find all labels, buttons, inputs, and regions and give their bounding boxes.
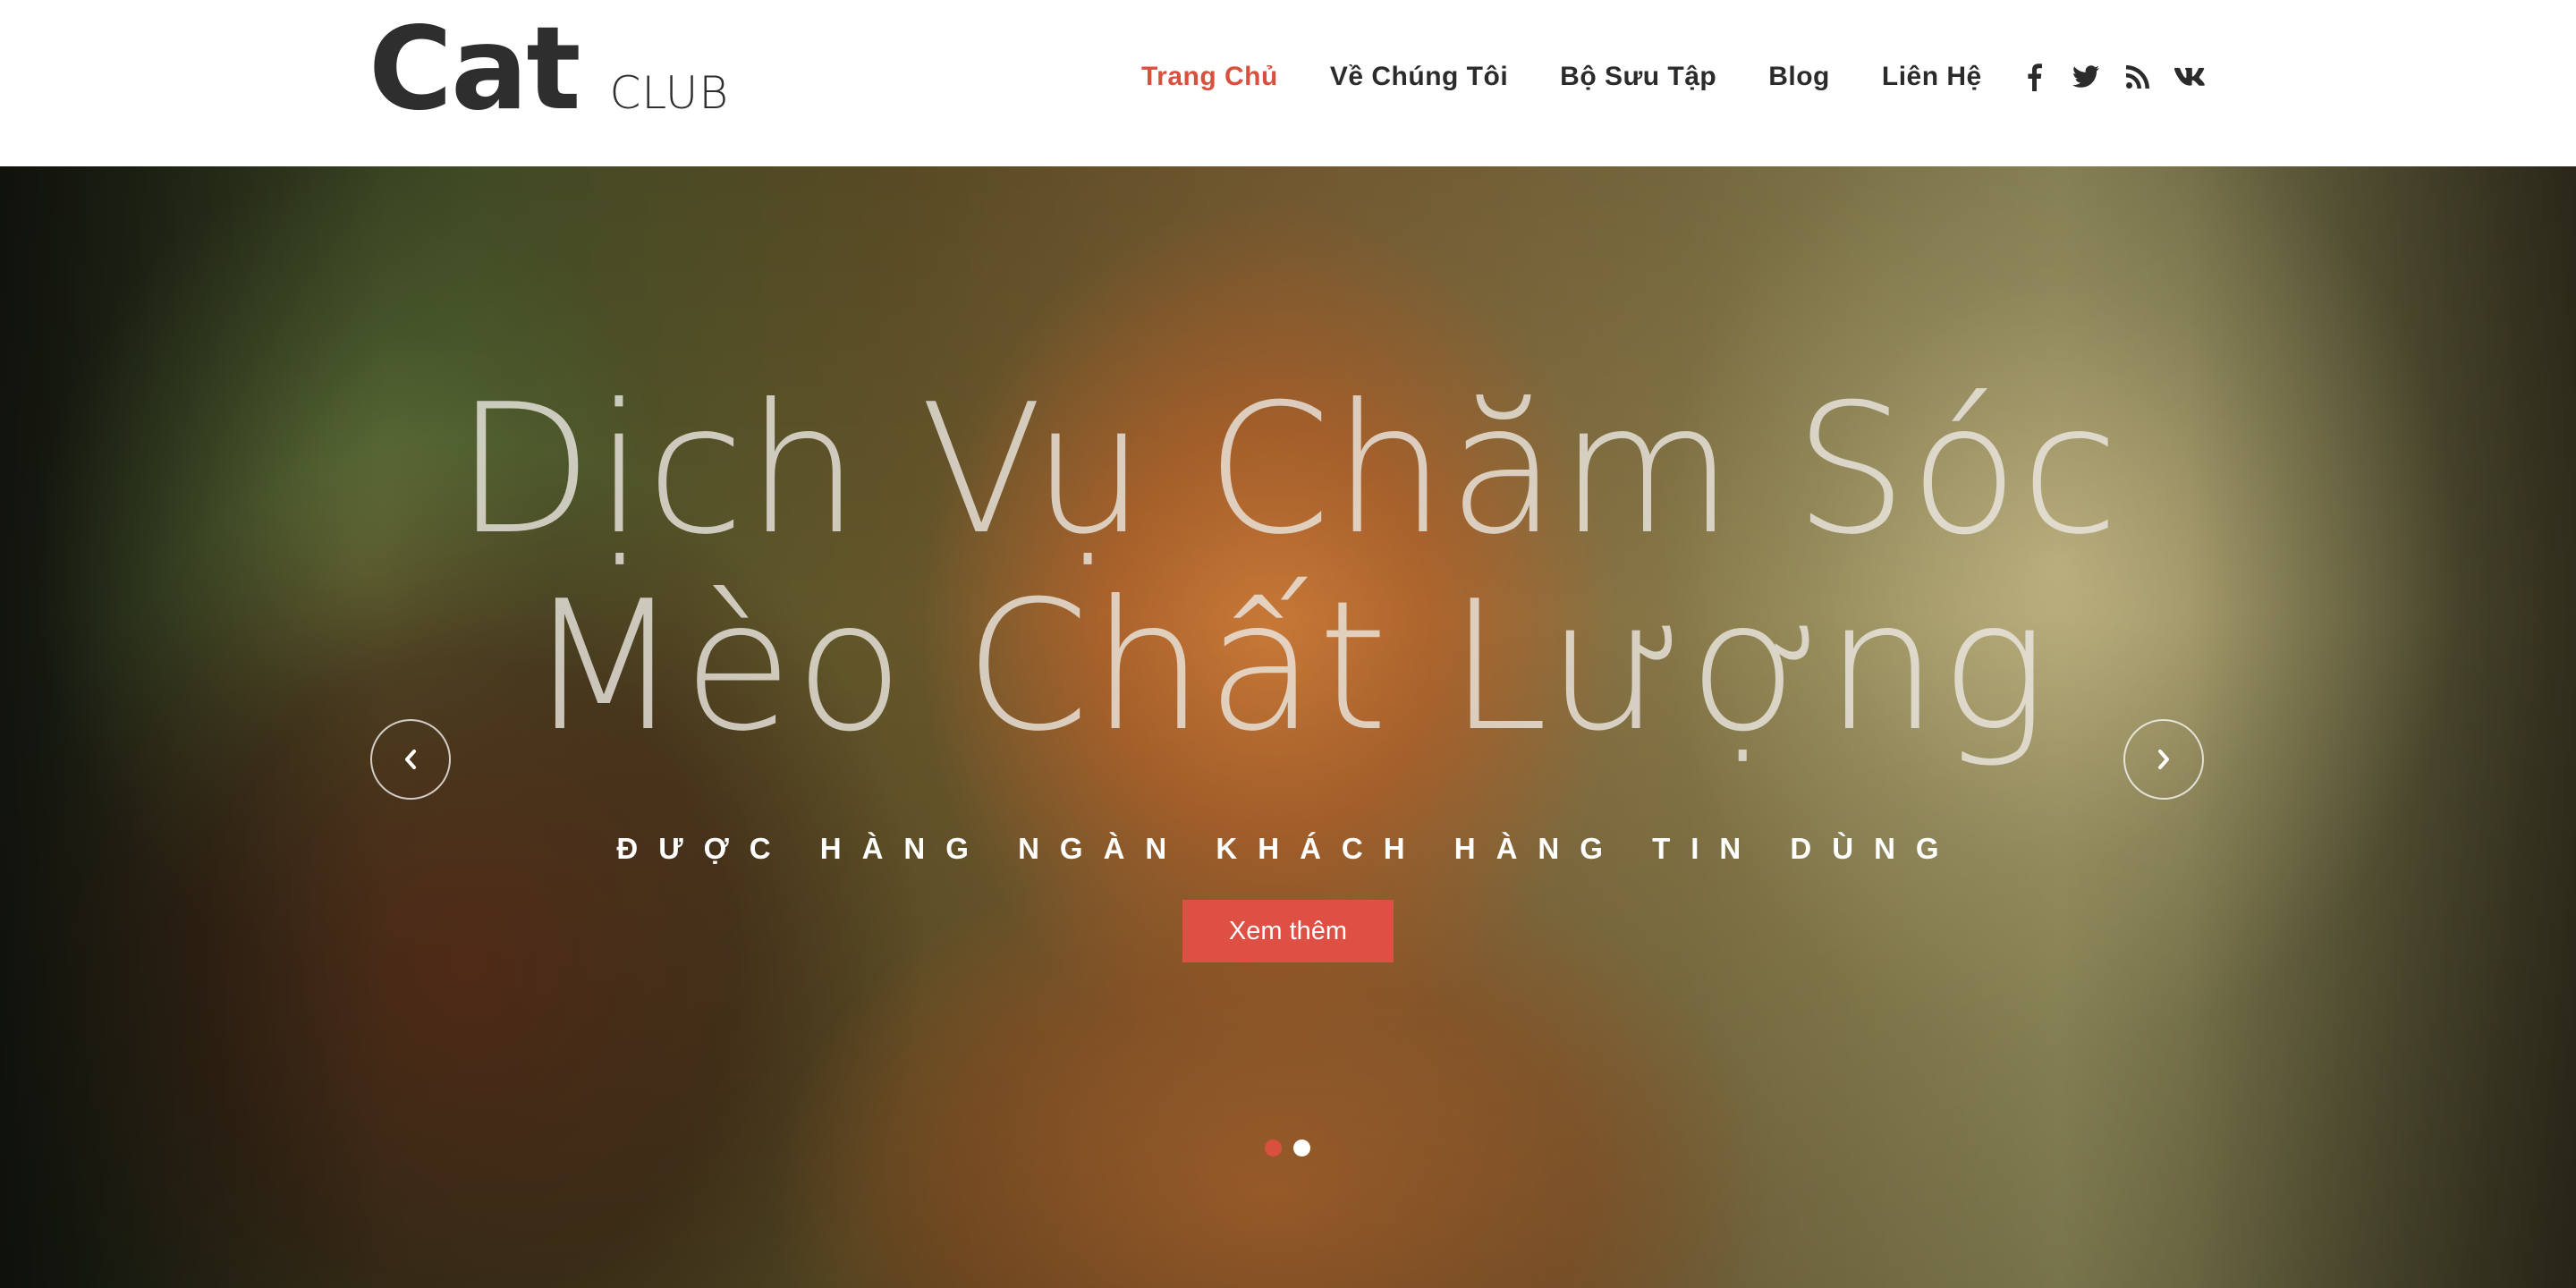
twitter-icon[interactable] — [2070, 61, 2102, 93]
chevron-left-icon — [405, 750, 416, 769]
facebook-icon[interactable] — [2018, 61, 2050, 93]
logo-sub-text: CLUB — [609, 67, 730, 119]
hero-subtitle: ĐƯỢC HÀNG NGÀN KHÁCH HÀNG TIN DÙNG — [616, 832, 1960, 865]
hero-title: Dịch Vụ Chăm Sóc Mèo Chất Lượng — [0, 372, 2576, 766]
social-links — [2018, 61, 2206, 93]
main-nav: Trang Chủ Về Chúng Tôi Bộ Sưu Tập Blog L… — [1141, 57, 1982, 97]
site-logo[interactable]: Cat CLUB — [369, 13, 729, 129]
vk-icon[interactable] — [2174, 61, 2206, 93]
chevron-right-icon — [2158, 750, 2169, 769]
nav-item-about[interactable]: Về Chúng Tôi — [1330, 62, 1508, 92]
slider-dot-2[interactable] — [1293, 1140, 1310, 1157]
rss-icon[interactable] — [2122, 61, 2154, 93]
nav-item-collection[interactable]: Bộ Sưu Tập — [1560, 62, 1716, 92]
hero-title-line-1: Dịch Vụ Chăm Sóc — [454, 366, 2122, 574]
nav-item-contact[interactable]: Liên Hệ — [1882, 62, 1982, 92]
read-more-button[interactable]: Xem thêm — [1182, 900, 1394, 962]
slider-prev-button[interactable] — [370, 719, 451, 800]
nav-item-blog[interactable]: Blog — [1768, 62, 1830, 92]
hero-title-line-2: Mèo Chất Lượng — [526, 563, 2050, 771]
site-header: Cat CLUB Trang Chủ Về Chúng Tôi Bộ Sưu T… — [0, 0, 2576, 166]
slider-next-button[interactable] — [2123, 719, 2204, 800]
hero-slider: Dịch Vụ Chăm Sóc Mèo Chất Lượng ĐƯỢC HÀN… — [0, 166, 2576, 1288]
slider-dots — [1265, 1140, 1310, 1157]
logo-main-text: Cat — [369, 3, 580, 136]
slider-dot-1[interactable] — [1265, 1140, 1282, 1157]
nav-item-home[interactable]: Trang Chủ — [1141, 62, 1278, 92]
